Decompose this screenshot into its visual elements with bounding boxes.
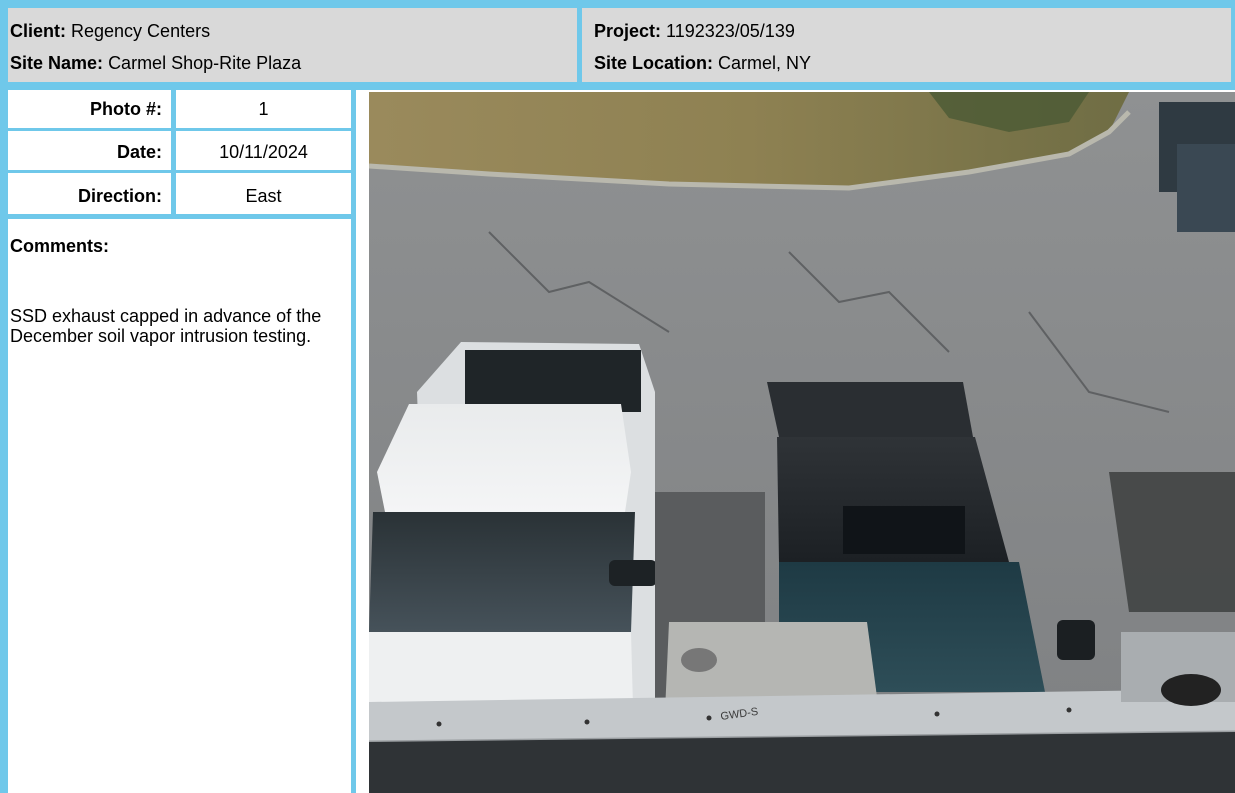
project-field: Project: 1192323/05/139: [594, 20, 795, 42]
site-location-label: Site Location:: [594, 53, 714, 73]
site-name-field: Site Name: Carmel Shop-Rite Plaza: [10, 52, 301, 74]
client-label: Client:: [10, 21, 66, 41]
fastener: [436, 721, 442, 727]
site-name-label: Site Name:: [10, 53, 104, 73]
direction-label: Direction:: [77, 186, 162, 206]
truck-shadow: [1109, 472, 1235, 612]
border-left: [0, 0, 8, 793]
client-value: Regency Centers: [71, 21, 211, 41]
project-value: 1192323/05/139: [666, 21, 795, 41]
dumpster: [1177, 144, 1235, 232]
fastener: [584, 719, 590, 725]
border-row-1: [0, 128, 356, 131]
fastener: [934, 711, 940, 717]
photo-number-value: 1: [258, 99, 269, 119]
project-label: Project:: [594, 21, 662, 41]
border-top: [0, 0, 1235, 8]
border-left-column: [351, 88, 356, 793]
roof-membrane: [369, 732, 1235, 793]
site-name-value: Carmel Shop-Rite Plaza: [108, 53, 302, 73]
date-value: 10/11/2024: [219, 142, 308, 162]
border-row-3: [0, 214, 356, 219]
client-field: Client: Regency Centers: [10, 20, 210, 42]
border-header-divider: [577, 0, 582, 88]
fastener: [1066, 707, 1072, 713]
site-location-field: Site Location: Carmel, NY: [594, 52, 811, 74]
direction-value: East: [245, 186, 282, 206]
fastener: [706, 715, 712, 721]
exhaust-pipe: [1161, 674, 1221, 706]
date-label: Date:: [116, 142, 162, 162]
border-right: [1231, 0, 1235, 90]
photo-number-label: Photo #:: [90, 99, 162, 119]
site-photo: GWD-S: [369, 92, 1235, 793]
capped-exhaust: [681, 648, 717, 672]
site-location-value: Carmel, NY: [718, 53, 812, 73]
border-header-bottom: [0, 82, 1235, 90]
comments-title: Comments:: [10, 236, 110, 256]
comments-body: SSD exhaust capped in advance of the Dec…: [10, 306, 322, 346]
border-row-2: [0, 170, 356, 173]
